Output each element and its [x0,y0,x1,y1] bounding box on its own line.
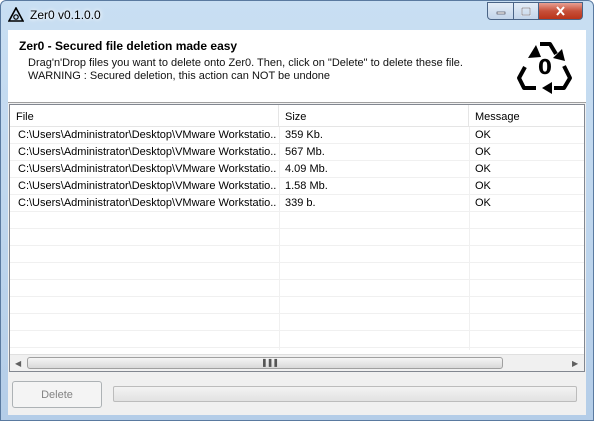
table-row[interactable]: C:\Users\Administrator\Desktop\VMware Wo… [10,161,584,178]
table-row[interactable]: C:\Users\Administrator\Desktop\VMware Wo… [10,178,584,195]
size-cell: 339 b. [285,197,316,209]
close-icon [556,6,565,16]
delete-button[interactable]: Delete [12,381,102,408]
warning-text: WARNING : Secured deletion, this action … [28,70,331,82]
title-bar[interactable]: Zer0 v0.1.0.0 [1,1,593,29]
scroll-left-icon[interactable]: ◀ [15,359,21,368]
horizontal-scrollbar[interactable]: ◀ ❚❚❚ ▶ [10,354,584,371]
table-row[interactable]: C:\Users\Administrator\Desktop\VMware Wo… [10,127,584,144]
file-path-cell: C:\Users\Administrator\Desktop\VMware Wo… [18,163,276,175]
size-cell: 1.58 Mb. [285,180,328,192]
empty-row [10,229,584,246]
empty-row [10,331,584,348]
size-cell: 4.09 Mb. [285,163,328,175]
empty-row [10,246,584,263]
message-cell: OK [475,180,491,192]
empty-row [10,212,584,229]
column-header-message[interactable]: Message [469,105,584,127]
table-row[interactable]: C:\Users\Administrator\Desktop\VMware Wo… [10,144,584,161]
table-row[interactable]: C:\Users\Administrator\Desktop\VMware Wo… [10,195,584,212]
header-title: Zer0 - Secured file deletion made easy [19,39,238,53]
file-path-cell: C:\Users\Administrator\Desktop\VMware Wo… [18,180,276,192]
empty-row [10,263,584,280]
header-panel: Zer0 - Secured file deletion made easy D… [8,30,586,103]
size-cell: 567 Mb. [285,146,325,158]
instructions-text: Drag'n'Drop files you want to delete ont… [28,57,463,69]
logo-digit: 0 [538,55,552,79]
app-window: Zer0 v0.1.0.0 Zer0 - Secured file deleti… [0,0,594,421]
empty-row [10,280,584,297]
file-path-cell: C:\Users\Administrator\Desktop\VMware Wo… [18,197,276,209]
maximize-button[interactable] [513,2,539,20]
empty-row [10,314,584,331]
grip-icon: ❚❚❚ [261,358,279,367]
message-cell: OK [475,197,491,209]
scrollbar-thumb[interactable]: ❚❚❚ [27,357,503,369]
size-cell: 359 Kb. [285,129,323,141]
file-path-cell: C:\Users\Administrator\Desktop\VMware Wo… [18,146,276,158]
window-title: Zer0 v0.1.0.0 [30,8,101,22]
minimize-icon [496,11,505,15]
file-path-cell: C:\Users\Administrator\Desktop\VMware Wo… [18,129,276,141]
recycle-logo-icon: 0 [517,42,572,94]
progress-bar [113,386,577,402]
scroll-right-icon[interactable]: ▶ [572,359,578,368]
client-area: Zer0 - Secured file deletion made easy D… [8,30,586,415]
close-button[interactable] [538,2,583,20]
file-list[interactable]: File Size Message C:\Users\Administrator… [9,104,585,372]
message-cell: OK [475,129,491,141]
recycle-zero-icon [8,7,24,22]
message-cell: OK [475,146,491,158]
minimize-button[interactable] [487,2,514,20]
column-header-size[interactable]: Size [279,105,469,127]
message-cell: OK [475,163,491,175]
empty-row [10,297,584,314]
maximize-icon [521,6,531,16]
column-header-file[interactable]: File [10,105,279,127]
